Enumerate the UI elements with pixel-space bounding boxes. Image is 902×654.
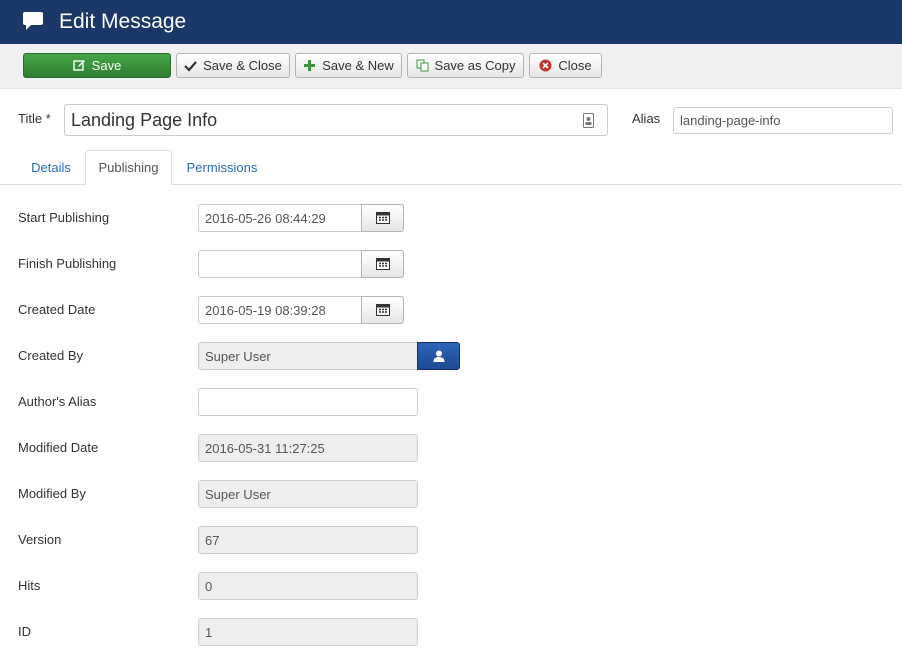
plus-icon bbox=[304, 60, 316, 71]
created-by-input: Super User bbox=[198, 342, 418, 370]
finish-publishing-input[interactable] bbox=[198, 250, 362, 278]
created-date-input[interactable]: 2016-05-19 08:39:28 bbox=[198, 296, 362, 324]
created-by-label: Created By bbox=[18, 348, 84, 363]
modified-date-label: Modified Date bbox=[18, 440, 99, 455]
modified-by-input: Super User bbox=[198, 480, 418, 508]
save-copy-button[interactable]: Save as Copy bbox=[407, 53, 524, 78]
close-button[interactable]: Close bbox=[529, 53, 602, 78]
finish-publishing-label: Finish Publishing bbox=[18, 256, 117, 271]
start-publishing-label: Start Publishing bbox=[18, 210, 110, 225]
hits-label: Hits bbox=[18, 578, 41, 593]
start-publishing-calendar-button[interactable] bbox=[361, 204, 404, 232]
user-icon bbox=[433, 350, 444, 362]
alias-label: Alias bbox=[632, 111, 661, 126]
save-label: Save bbox=[91, 58, 122, 73]
created-date-label: Created Date bbox=[18, 302, 96, 317]
contact-card-icon bbox=[583, 113, 594, 128]
version-value: 67 bbox=[205, 532, 220, 548]
modified-date-value: 2016-05-31 11:27:25 bbox=[205, 440, 325, 456]
hits-value: 0 bbox=[205, 578, 213, 594]
modified-by-label: Modified By bbox=[18, 486, 86, 501]
created-date-calendar-button[interactable] bbox=[361, 296, 404, 324]
page-title: Edit Message bbox=[59, 10, 187, 33]
authors-alias-label: Author's Alias bbox=[18, 394, 97, 409]
created-by-value: Super User bbox=[205, 348, 271, 364]
save-close-button[interactable]: Save & Close bbox=[176, 53, 290, 78]
id-input: 1 bbox=[198, 618, 418, 646]
calendar-icon bbox=[375, 212, 390, 224]
copy-icon bbox=[416, 59, 429, 72]
save-button[interactable]: Save bbox=[23, 53, 171, 78]
finish-publishing-calendar-button[interactable] bbox=[361, 250, 404, 278]
tab-publishing[interactable]: Publishing bbox=[85, 150, 172, 185]
calendar-icon bbox=[375, 258, 390, 270]
hits-input: 0 bbox=[198, 572, 418, 600]
save-new-button[interactable]: Save & New bbox=[295, 53, 402, 78]
version-input: 67 bbox=[198, 526, 418, 554]
start-publishing-value: 2016-05-26 08:44:29 bbox=[205, 210, 326, 226]
id-value: 1 bbox=[205, 624, 213, 640]
save-copy-label: Save as Copy bbox=[434, 58, 516, 73]
alias-value: landing-page-info bbox=[680, 113, 781, 128]
save-close-label: Save & Close bbox=[203, 58, 282, 73]
created-date-value: 2016-05-19 08:39:28 bbox=[205, 302, 326, 318]
comment-icon bbox=[23, 12, 43, 30]
cancel-circle-icon bbox=[539, 59, 552, 72]
tab-permissions[interactable]: Permissions bbox=[173, 150, 271, 185]
edit-icon bbox=[72, 60, 85, 71]
page-header: Edit Message bbox=[0, 0, 902, 44]
authors-alias-input[interactable] bbox=[198, 388, 418, 416]
tab-details[interactable]: Details bbox=[18, 150, 84, 185]
alias-input[interactable]: landing-page-info bbox=[673, 107, 893, 134]
title-input[interactable]: Landing Page Info bbox=[64, 104, 608, 136]
id-label: ID bbox=[18, 624, 31, 639]
modified-date-input: 2016-05-31 11:27:25 bbox=[198, 434, 418, 462]
toolbar: Save Save & Close Save & New Save as Cop… bbox=[0, 44, 902, 89]
start-publishing-input[interactable]: 2016-05-26 08:44:29 bbox=[198, 204, 362, 232]
check-icon bbox=[184, 60, 197, 72]
modified-by-value: Super User bbox=[205, 486, 271, 502]
title-value: Landing Page Info bbox=[71, 109, 218, 130]
calendar-icon bbox=[375, 304, 390, 316]
close-label: Close bbox=[558, 58, 592, 73]
select-user-button[interactable] bbox=[417, 342, 460, 370]
title-label: Title * bbox=[18, 111, 51, 126]
version-label: Version bbox=[18, 532, 62, 547]
save-new-label: Save & New bbox=[322, 58, 394, 73]
